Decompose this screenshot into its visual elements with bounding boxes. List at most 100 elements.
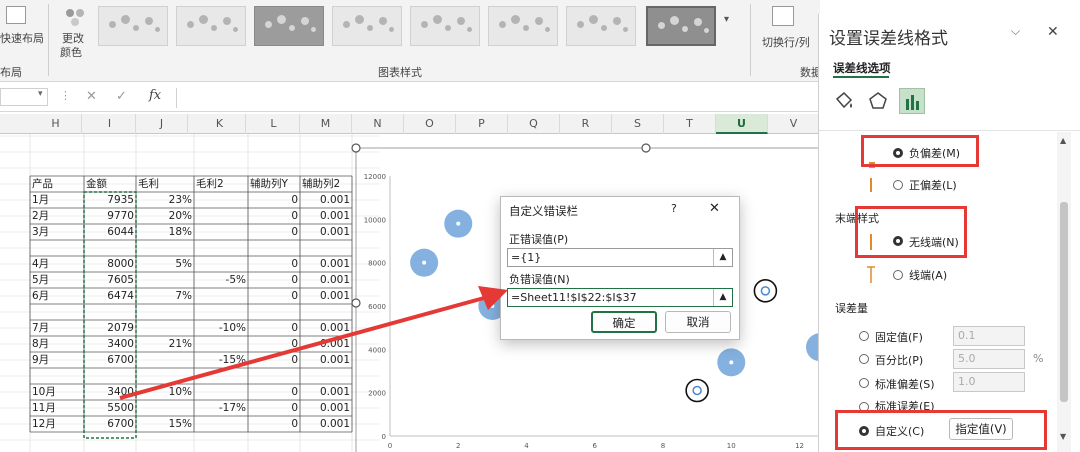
column-header-s[interactable]: S [612,114,664,134]
name-box-dropdown-icon[interactable]: ▾ [38,89,43,99]
dialog-help-icon[interactable]: ? [671,202,677,215]
column-header-o[interactable]: O [404,114,456,134]
scrollbar-thumb[interactable] [1060,202,1068,402]
table-cell[interactable]: 0 [248,272,300,288]
table-cell[interactable]: 3400 [84,384,136,400]
column-header-t[interactable]: T [664,114,716,134]
ok-button[interactable]: 确定 [591,311,657,333]
table-cell[interactable]: 0 [248,224,300,240]
table-cell[interactable]: 0.001 [300,272,352,288]
table-cell[interactable]: 6700 [84,352,136,368]
table-header-cell[interactable]: 毛利 [136,176,194,192]
table-cell[interactable]: 0.001 [300,208,352,224]
table-cell[interactable]: 8月 [30,336,84,352]
insert-function-icon[interactable]: fx [149,88,161,103]
table-cell[interactable]: 9月 [30,352,84,368]
dialog-close-icon[interactable]: ✕ [709,201,720,216]
table-cell[interactable]: 0.001 [300,320,352,336]
change-colors-button-line2[interactable]: 颜色 [60,44,82,60]
chart-style-thumbnail[interactable] [332,6,402,46]
table-cell[interactable]: 0 [248,352,300,368]
column-header-h[interactable]: H [30,114,82,134]
cancel-icon[interactable]: ✕ [86,89,97,104]
quick-layout-button[interactable]: 快速布局 [0,30,44,46]
column-header-v[interactable]: V [768,114,820,134]
table-cell[interactable]: 7% [136,288,194,304]
scroll-up-icon[interactable]: ▲ [1060,136,1066,145]
table-cell[interactable]: 11月 [30,400,84,416]
data-point[interactable] [760,286,771,296]
table-cell[interactable]: 2月 [30,208,84,224]
table-cell[interactable]: 6月 [30,288,84,304]
percentage-radio[interactable] [859,354,869,364]
table-cell[interactable]: 6474 [84,288,136,304]
table-cell[interactable]: 1月 [30,192,84,208]
effects-icon[interactable] [867,90,889,112]
table-cell[interactable]: 0 [248,256,300,272]
table-cell[interactable]: -10% [194,320,248,336]
table-cell[interactable]: 6044 [84,224,136,240]
table-cell[interactable]: 12月 [30,416,84,432]
table-cell[interactable]: 23% [136,192,194,208]
table-cell[interactable]: 8000 [84,256,136,272]
table-header-cell[interactable]: 金额 [84,176,136,192]
table-header-cell[interactable]: 毛利2 [194,176,248,192]
table-cell[interactable]: 7935 [84,192,136,208]
table-cell[interactable]: 3400 [84,336,136,352]
specify-value-button[interactable]: 指定值(V) [949,418,1013,440]
table-cell[interactable]: 0 [248,208,300,224]
column-header-i[interactable]: I [84,114,136,134]
column-header-n[interactable]: N [352,114,404,134]
table-cell[interactable]: 0 [248,336,300,352]
column-header-r[interactable]: R [560,114,612,134]
table-cell[interactable]: 0 [248,192,300,208]
table-cell[interactable]: 9770 [84,208,136,224]
table-cell[interactable]: 3月 [30,224,84,240]
table-cell[interactable]: -15% [194,352,248,368]
table-cell[interactable]: 4月 [30,256,84,272]
column-header-u[interactable]: U [716,114,768,134]
column-header-q[interactable]: Q [508,114,560,134]
pane-scrollbar[interactable]: ▲ ▼ [1057,132,1071,452]
chart-style-thumbnail[interactable] [98,6,168,46]
table-cell[interactable]: 20% [136,208,194,224]
resize-handle[interactable] [351,298,361,308]
table-cell[interactable]: 0.001 [300,352,352,368]
data-point[interactable] [692,385,702,396]
column-header-p[interactable]: P [456,114,508,134]
enter-icon[interactable]: ✓ [116,89,127,104]
table-header-cell[interactable]: 产品 [30,176,84,192]
table-cell[interactable]: 7月 [30,320,84,336]
table-cell[interactable]: 0.001 [300,224,352,240]
chart-style-thumbnail[interactable] [488,6,558,46]
table-cell[interactable]: 0.001 [300,384,352,400]
gallery-more-icon[interactable]: ▾ [724,14,738,34]
chart-style-thumbnail[interactable] [176,6,246,46]
worksheet-grid[interactable]: 产品 金额 毛利 毛利2 辅助列Y 辅助列2 1月 7935 23% 0 0.001 2月 9770 20… [0,134,380,452]
chart-style-thumbnail[interactable] [254,6,324,46]
percentage-input[interactable]: 5.0 [953,349,1025,369]
table-cell[interactable]: 5% [136,256,194,272]
pane-options-chevron-icon[interactable]: ⌵ [1011,24,1020,39]
table-cell[interactable]: 0 [248,416,300,432]
table-cell[interactable]: 10% [136,384,194,400]
table-cell[interactable]: 0.001 [300,336,352,352]
chart-style-thumbnail[interactable] [410,6,480,46]
resize-handle[interactable] [641,143,651,153]
chart-style-thumbnail[interactable] [646,6,716,46]
table-cell[interactable]: 2079 [84,320,136,336]
table-cell[interactable]: 0 [248,400,300,416]
table-cell[interactable]: -5% [194,272,248,288]
table-header-cell[interactable]: 辅助列2 [300,176,352,192]
pane-close-icon[interactable]: ✕ [1047,24,1059,40]
range-picker-icon[interactable]: ▲ [713,289,732,306]
stddev-input[interactable]: 1.0 [953,372,1025,392]
column-header-l[interactable]: L [248,114,300,134]
column-header-m[interactable]: M [300,114,352,134]
table-cell[interactable]: 0.001 [300,256,352,272]
switch-row-column-button[interactable]: 切换行/列 [762,34,810,50]
table-cell[interactable]: 7605 [84,272,136,288]
chart-style-thumbnail[interactable] [566,6,636,46]
column-header-k[interactable]: K [194,114,246,134]
table-cell[interactable]: 21% [136,336,194,352]
